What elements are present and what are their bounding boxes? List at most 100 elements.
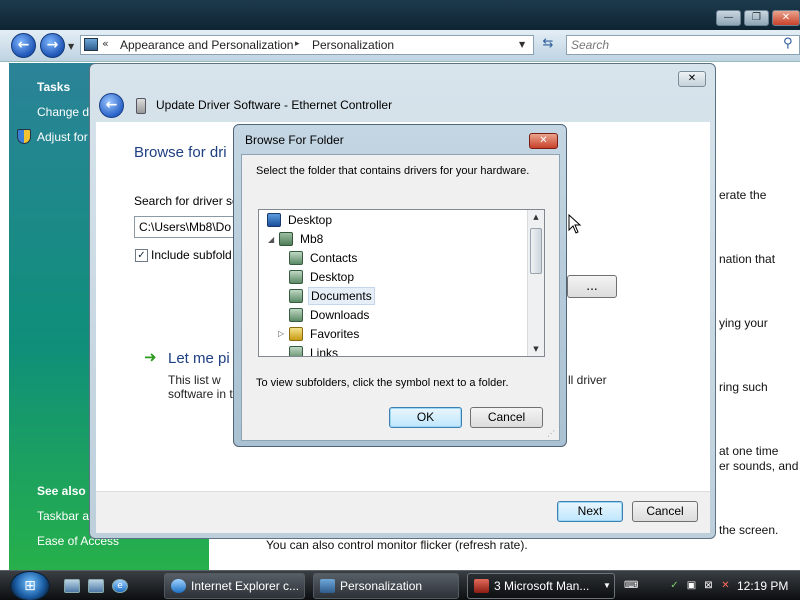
close-button[interactable]: ✕ (772, 10, 800, 26)
address-bar[interactable]: « Appearance and Personalization ▸ Perso… (80, 35, 534, 55)
notification-area: ⌨ ✓ ▣ ⊠ ✕ 12:19 PM (616, 573, 800, 599)
desktop-folder-icon (289, 270, 303, 284)
taskbar-item-label: 3 Microsoft Man... (494, 579, 590, 593)
browse-button[interactable]: ... (567, 275, 617, 298)
vertical-scrollbar[interactable]: ▲ ▼ (527, 210, 544, 356)
links-folder-icon (289, 346, 303, 356)
start-button[interactable]: ⊞ (10, 571, 50, 600)
description-line: This list w (168, 373, 221, 387)
description-line-tail: ll driver (568, 373, 607, 387)
browse-for-folder-dialog: Browse For Folder ✕ Select the folder th… (233, 124, 567, 447)
restore-button[interactable]: ❐ (744, 10, 769, 26)
page-heading: Browse for dri (134, 144, 227, 161)
content-text: the screen. (719, 523, 779, 537)
close-button[interactable]: ✕ (529, 133, 558, 149)
content-text: nation that (719, 252, 776, 266)
let-me-pick-description: This list w software in t (168, 373, 238, 401)
safely-remove-icon[interactable]: ✓ (668, 580, 681, 592)
shield-icon (17, 129, 31, 144)
instruction-text: Select the folder that contains drivers … (256, 165, 530, 177)
resize-grip-icon[interactable]: ⋰ (547, 429, 557, 439)
clock[interactable]: 12:19 PM (737, 573, 788, 599)
dialog-body: Select the folder that contains drivers … (241, 154, 560, 441)
expand-icon[interactable]: ▷ (278, 329, 284, 338)
breadcrumb-separator-icon[interactable]: ▸ (295, 39, 300, 49)
volume-muted-icon[interactable]: ✕ (719, 580, 732, 592)
taskbar-item-mmc-group[interactable]: 3 Microsoft Man... ▼ (467, 573, 615, 599)
content-text: You can also control monitor flicker (re… (266, 538, 528, 552)
window-titlebar: — ❐ ✕ (0, 0, 800, 30)
task-link-adjust[interactable]: Adjust for (37, 130, 88, 144)
checkmark-icon: ✓ (137, 250, 146, 261)
network-device-icon (136, 98, 146, 114)
network-error-icon[interactable]: ⊠ (702, 580, 715, 592)
mmc-icon (474, 579, 489, 593)
address-dropdown-icon[interactable]: ▼ (519, 40, 525, 49)
scroll-down-icon[interactable]: ▼ (528, 342, 544, 356)
windows-logo-icon: ⊞ (24, 578, 36, 594)
driver-path-input[interactable]: C:\Users\Mb8\Do (134, 216, 244, 238)
tree-item-label: Favorites (310, 327, 360, 341)
dialog-title: Update Driver Software - Ethernet Contro… (156, 98, 393, 112)
close-icon: ✕ (539, 135, 548, 146)
mouse-cursor-icon (568, 214, 582, 234)
ok-button[interactable]: OK (389, 407, 462, 428)
breadcrumb-personalization[interactable]: Personalization (312, 38, 394, 52)
refresh-icon: ⇆ (542, 36, 554, 51)
include-subfolders-label: Include subfold (151, 248, 232, 262)
contacts-folder-icon (289, 251, 303, 265)
close-button[interactable]: ✕ (678, 71, 706, 87)
scroll-thumb[interactable] (530, 228, 542, 274)
taskbar: ⊞ e Internet Explorer c... Personalizati… (0, 570, 800, 600)
search-location-label: Search for driver so (134, 194, 239, 208)
desktop-icon (267, 213, 281, 227)
let-me-pick-link[interactable]: Let me pi (168, 350, 230, 367)
search-icon[interactable]: ⚲ (783, 36, 793, 51)
show-desktop-icon[interactable] (64, 579, 80, 593)
internet-explorer-icon[interactable]: e (112, 579, 128, 593)
include-subfolders-checkbox[interactable]: ✓ (135, 249, 148, 262)
internet-explorer-icon (171, 579, 186, 593)
content-text: ring such (719, 380, 768, 394)
control-panel-icon (320, 579, 335, 593)
back-button[interactable]: ← (11, 33, 36, 58)
back-button[interactable]: ← (99, 93, 124, 118)
back-arrow-icon: ← (105, 97, 118, 113)
user-folder-icon (279, 232, 293, 246)
control-panel-icon (84, 38, 98, 51)
recent-pages-dropdown[interactable]: ▼ (68, 42, 74, 51)
minimize-button[interactable]: — (716, 10, 741, 26)
switch-windows-icon[interactable] (88, 579, 104, 593)
see-also-taskbar-link[interactable]: Taskbar a (37, 509, 89, 523)
next-button[interactable]: Next (557, 501, 623, 522)
see-also-heading: See also (37, 484, 86, 498)
description-line: software in t (168, 387, 233, 401)
taskbar-item-internet-explorer[interactable]: Internet Explorer c... (164, 573, 305, 599)
network-icon[interactable]: ▣ (685, 580, 698, 592)
breadcrumb-appearance[interactable]: Appearance and Personalization (120, 38, 293, 52)
taskbar-item-label: Personalization (340, 579, 423, 593)
search-input[interactable]: Search ⚲ (566, 35, 800, 55)
content-text: er sounds, and (719, 459, 799, 473)
tree-item-label: Contacts (310, 251, 358, 265)
content-text: at one time (719, 444, 779, 458)
keyboard-icon[interactable]: ⌨ (624, 580, 638, 592)
group-dropdown-icon[interactable]: ▼ (603, 574, 611, 598)
folder-tree[interactable]: Desktop ◢ Mb8 Contacts Desktop Documents (258, 209, 545, 357)
scroll-up-icon[interactable]: ▲ (528, 210, 544, 224)
taskbar-item-personalization[interactable]: Personalization (313, 573, 459, 599)
forward-button[interactable]: → (40, 33, 65, 58)
tree-item-label: Desktop (310, 270, 355, 284)
cancel-button[interactable]: Cancel (632, 501, 698, 522)
refresh-button[interactable]: ⇆ (538, 36, 558, 54)
tree-item-label: Desktop (288, 213, 333, 227)
back-arrow-icon: ← (17, 37, 30, 53)
cancel-button[interactable]: Cancel (470, 407, 543, 428)
dialog-title: Browse For Folder (245, 133, 344, 147)
collapse-icon[interactable]: ◢ (268, 235, 274, 244)
taskbar-item-label: Internet Explorer c... (191, 579, 300, 593)
tree-item-label: Documents (308, 287, 375, 305)
task-link-change[interactable]: Change d (37, 105, 89, 119)
address-toolbar: ← → ▼ « Appearance and Personalization ▸… (0, 30, 800, 62)
breadcrumb-overflow-icon[interactable]: « (102, 37, 109, 50)
